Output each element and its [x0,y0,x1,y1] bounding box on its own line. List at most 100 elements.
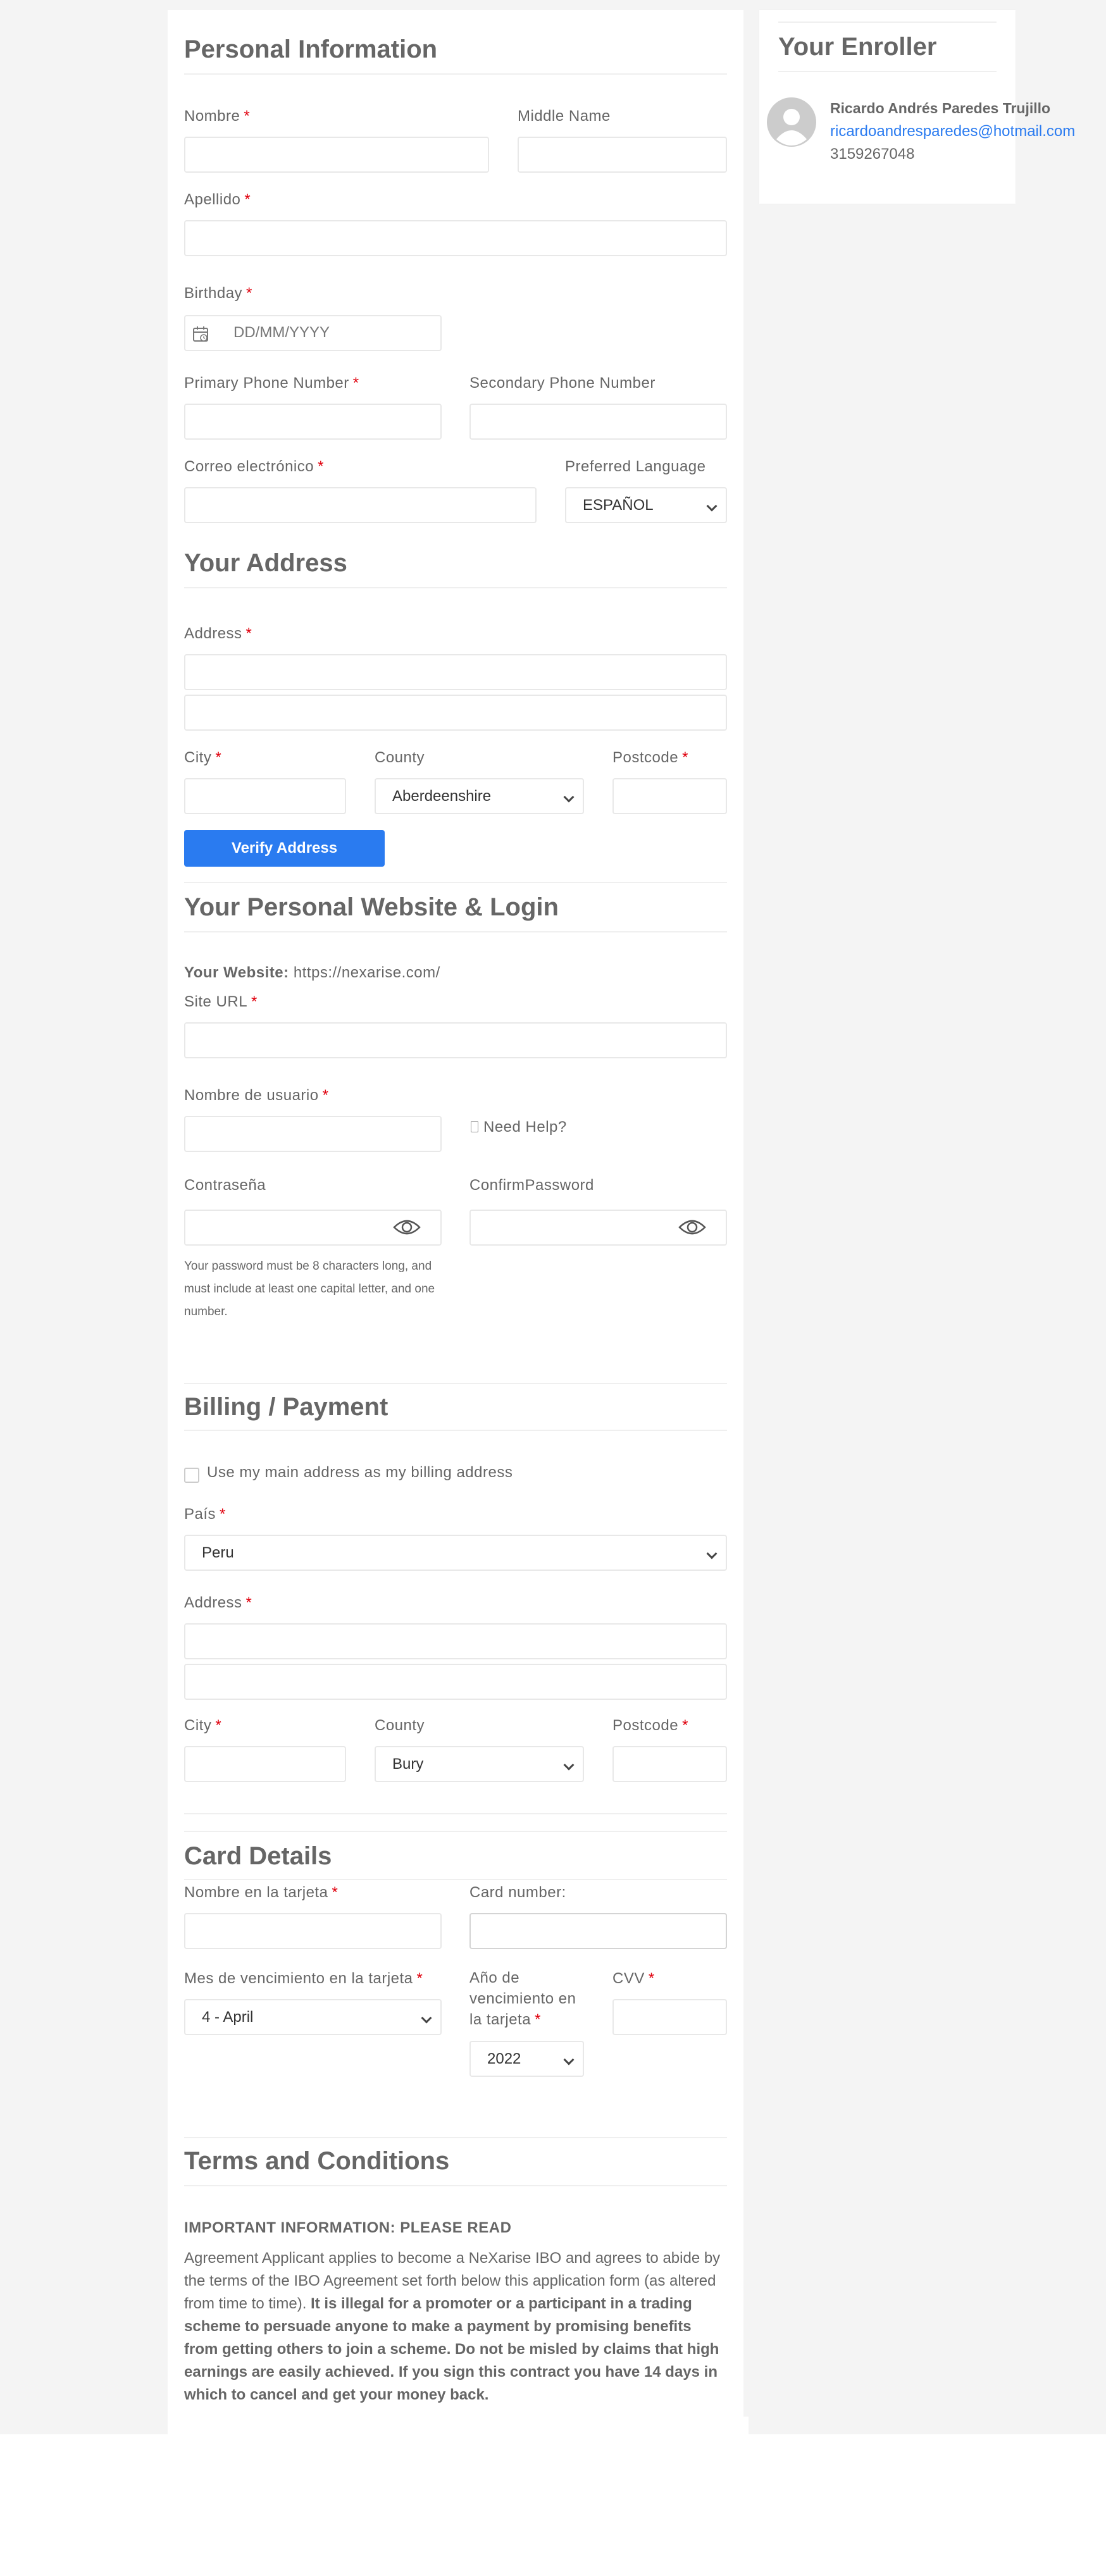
primary-phone-label: Primary Phone Number * [184,375,359,392]
billing-address-label: Address * [184,1594,252,1611]
site-url-label: Site URL * [184,993,258,1010]
billing-postcode-label: Postcode * [612,1717,688,1734]
divider [184,73,727,75]
county-label: County [375,749,425,766]
address-label: Address * [184,625,252,642]
billing-county-select[interactable]: Bury [375,1746,584,1782]
postcode-input[interactable] [612,778,727,814]
need-help-link[interactable]: Need Help? [471,1117,567,1137]
calendar-icon[interactable] [192,325,209,343]
billing-address-line2-input[interactable] [184,1664,727,1700]
card-number-label: Card number: [469,1884,566,1901]
postcode-label: Postcode * [612,749,688,766]
verify-address-button[interactable]: Verify Address [184,830,385,867]
country-value: Peru [202,1544,234,1561]
birthday-input[interactable]: DD/MM/YYYY [184,315,442,351]
chevron-down-icon [563,2054,575,2065]
password-requirements: Your password must be 8 characters long,… [184,1260,435,1318]
divider [184,1430,727,1431]
card-month-label: Mes de vencimiento en la tarjeta * [184,1970,423,1987]
divider [184,1879,727,1880]
card-year-value: 2022 [487,2050,521,2067]
billing-city-label: City * [184,1717,222,1734]
county-select[interactable]: Aberdeenshire [375,778,584,814]
your-website-text: Your Website: https://nexarise.com/ [184,963,440,983]
card-number-input[interactable] [469,1913,727,1949]
divider [184,1813,727,1814]
confirm-password-input[interactable] [469,1210,727,1246]
address-title: Your Address [184,549,347,577]
city-input[interactable] [184,778,346,814]
website-title: Your Personal Website & Login [184,893,559,921]
divider [184,931,727,932]
email-input[interactable] [184,487,537,523]
help-icon [471,1121,478,1132]
terms-important-heading: IMPORTANT INFORMATION: PLEASE READ [184,2219,512,2236]
terms-paragraph: Agreement Applicant applies to become a … [184,2250,721,2403]
show-password-eye-icon[interactable] [393,1218,421,1236]
form-bottom-edge [168,2417,749,2436]
birthday-label: Birthday * [184,285,252,302]
divider [778,22,997,23]
enroller-email-link[interactable]: ricardoandresparedes@hotmail.com [830,123,1075,140]
cvv-label: CVV * [612,1970,655,1987]
billing-address-line1-input[interactable] [184,1623,727,1659]
nombre-input[interactable] [184,137,489,173]
chevron-down-icon [421,2012,432,2024]
cvv-input[interactable] [612,1999,727,2035]
card-name-input[interactable] [184,1913,442,1949]
divider [184,2137,727,2138]
site-url-input[interactable] [184,1022,727,1058]
terms-title: Terms and Conditions [184,2147,450,2175]
email-label: Correo electrónico * [184,458,324,475]
address-line1-input[interactable] [184,654,727,690]
use-main-address-checkbox[interactable] [184,1468,199,1483]
card-year-label: Año de vencimiento en la tarjeta * [469,1969,576,2028]
country-select[interactable]: Peru [184,1535,727,1571]
language-select[interactable]: ESPAÑOL [565,487,727,523]
password-label: Contraseña [184,1177,266,1194]
chevron-down-icon [563,791,575,803]
middle-name-label: Middle Name [518,108,611,125]
secondary-phone-input[interactable] [469,404,727,440]
billing-county-value: Bury [392,1756,424,1773]
divider [778,71,997,72]
chevron-down-icon [706,500,718,512]
city-label: City * [184,749,222,766]
divider [184,1831,727,1832]
personal-info-title: Personal Information [184,35,438,63]
card-year-select[interactable]: 2022 [469,2041,584,2077]
billing-county-label: County [375,1717,425,1734]
primary-phone-input[interactable] [184,404,442,440]
avatar [767,97,816,147]
billing-postcode-input[interactable] [612,1746,727,1782]
show-password-eye-icon[interactable] [678,1218,706,1236]
divider [184,2185,727,2186]
secondary-phone-label: Secondary Phone Number [469,375,656,392]
enroller-title: Your Enroller [778,33,937,61]
use-main-address-label: Use my main address as my billing addres… [207,1464,513,1481]
language-label: Preferred Language [565,458,706,475]
password-input[interactable] [184,1210,442,1246]
chevron-down-icon [706,1548,718,1559]
card-month-select[interactable]: 4 - April [184,1999,442,2035]
billing-city-input[interactable] [184,1746,346,1782]
username-label: Nombre de usuario * [184,1087,329,1104]
chevron-down-icon [563,1759,575,1771]
card-name-label: Nombre en la tarjeta * [184,1884,339,1901]
username-input[interactable] [184,1116,442,1152]
address-line2-input[interactable] [184,695,727,731]
country-label: País * [184,1506,226,1523]
divider [184,882,727,883]
divider [184,587,727,588]
apellido-input[interactable] [184,220,727,256]
middle-name-input[interactable] [518,137,727,173]
website-url: https://nexarise.com/ [293,964,440,981]
your-website-prefix: Your Website: [184,964,289,981]
language-value: ESPAÑOL [583,497,654,514]
billing-title: Billing / Payment [184,1393,388,1421]
enroller-name: Ricardo Andrés Paredes Trujillo [830,100,1051,116]
card-month-value: 4 - April [202,2009,254,2026]
confirm-password-label: ConfirmPassword [469,1177,594,1194]
nombre-label: Nombre * [184,108,251,125]
